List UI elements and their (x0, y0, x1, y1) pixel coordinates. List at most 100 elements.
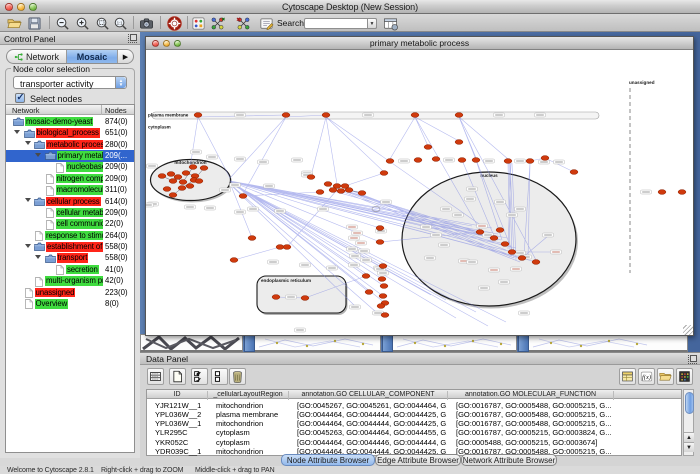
graph-node[interactable] (501, 242, 509, 247)
network-nodes-icon[interactable] (208, 15, 226, 31)
graph-node[interactable] (195, 179, 203, 184)
float-panel-icon[interactable] (688, 355, 697, 364)
graph-node[interactable] (570, 170, 578, 175)
tree-row[interactable]: biological_process651(0) (6, 127, 134, 138)
graph-node[interactable] (379, 264, 387, 269)
camera-icon[interactable] (137, 15, 155, 31)
graph-node[interactable] (186, 184, 194, 189)
scroll-down-icon[interactable]: ▼ (684, 442, 694, 452)
graph-node[interactable] (272, 295, 280, 300)
graph-node[interactable] (381, 313, 389, 318)
graph-node[interactable] (455, 113, 463, 118)
scroll-up-icon[interactable]: ▲ (684, 432, 694, 442)
graph-node[interactable] (376, 226, 384, 231)
graph-node[interactable] (411, 113, 419, 118)
graph-node[interactable] (276, 245, 284, 250)
graph-node[interactable] (504, 159, 512, 164)
network-window-title-bar[interactable]: primary metabolic process (146, 37, 693, 50)
graph-node[interactable] (324, 182, 332, 187)
graph-node[interactable] (307, 175, 315, 180)
graph-node[interactable] (508, 250, 516, 255)
tree-row[interactable]: cellular metabolic process209(0) (6, 207, 134, 218)
graph-node[interactable] (322, 113, 330, 118)
graph-node[interactable] (365, 290, 373, 295)
graph-node[interactable] (476, 230, 484, 235)
graph-node[interactable] (526, 159, 534, 164)
annotation-icon[interactable] (257, 15, 275, 31)
search-dropdown-icon[interactable]: ▼ (367, 18, 377, 29)
graph-node[interactable] (179, 180, 187, 185)
graph-node[interactable] (158, 174, 166, 179)
table-column-header[interactable]: annotation.GO CELLULAR_COMPONENT (289, 391, 448, 400)
select-nodes-checkbox[interactable] (15, 93, 25, 103)
graph-node[interactable] (248, 236, 256, 241)
tree-row[interactable]: multi-organism process42(0) (6, 275, 134, 286)
vizmapper-icon[interactable] (189, 15, 207, 31)
graph-node[interactable] (541, 156, 549, 161)
graph-node[interactable] (377, 304, 385, 309)
graph-node[interactable] (337, 189, 345, 194)
network-view-window[interactable]: primary metabolic process plasma membran… (145, 36, 694, 336)
tree-row[interactable]: nitrogen compound metabolic process209(0… (6, 173, 134, 184)
function-builder-icon[interactable] (638, 368, 655, 385)
tab-mosaic[interactable]: Mosaic (67, 50, 118, 63)
graph-node[interactable] (376, 240, 384, 245)
table-column-header[interactable]: annotation.GO MOLECULAR_FUNCTION (448, 391, 614, 400)
graph-node[interactable] (532, 260, 540, 265)
graph-node[interactable] (518, 256, 526, 261)
background-window[interactable] (140, 334, 243, 352)
table-row[interactable]: YJR121W__1mitochondrion[GO:0045267, GO:0… (147, 400, 681, 409)
graph-node[interactable] (380, 171, 388, 176)
tab-network-attribute-browser[interactable]: Network Attribute Browser (461, 454, 557, 466)
attribute-browser-icon[interactable] (381, 15, 399, 31)
graph-node[interactable] (378, 277, 386, 282)
graph-node[interactable] (472, 158, 480, 163)
combobox-stepper-icon[interactable]: ▲▼ (115, 77, 126, 88)
zoom-out-icon[interactable] (53, 15, 71, 31)
tree-row[interactable]: secretion41(0) (6, 264, 134, 275)
graph-node[interactable] (678, 190, 686, 195)
attribute-table-icon[interactable] (147, 368, 164, 385)
graph-node[interactable] (379, 294, 387, 299)
table-scrollbar[interactable]: ▲ ▼ (683, 389, 694, 456)
graph-node[interactable] (458, 158, 466, 163)
graph-node[interactable] (182, 171, 190, 176)
float-panel-icon[interactable] (128, 34, 137, 43)
resize-grip-icon[interactable] (683, 325, 693, 335)
table-row[interactable]: YPL036W__2plasma membrane[GO:0044464, GO… (147, 409, 681, 418)
graph-node[interactable] (432, 157, 440, 162)
help-ring-icon[interactable] (165, 15, 183, 31)
table-row[interactable]: YLR295Ccytoplasm[GO:0045263, GO:0044464,… (147, 428, 681, 437)
select-attributes-icon[interactable] (191, 368, 208, 385)
import-table-icon[interactable] (619, 368, 636, 385)
zoom-selected-icon[interactable] (93, 15, 111, 31)
graph-node[interactable] (345, 188, 353, 193)
graph-node[interactable] (194, 113, 202, 118)
table-row[interactable]: YPL036W__1mitochondrion[GO:0044464, GO:0… (147, 419, 681, 428)
graph-node[interactable] (316, 190, 324, 195)
tree-row[interactable]: unassigned223(0) (6, 287, 134, 298)
graph-node[interactable] (200, 166, 208, 171)
graph-node[interactable] (414, 158, 422, 163)
tree-row[interactable]: establishment of localization558(0) (6, 241, 134, 252)
network-canvas[interactable]: plasma membranecytoplasmmitochondrionnuc… (146, 50, 693, 335)
graph-node[interactable] (282, 113, 290, 118)
graph-node[interactable] (169, 193, 177, 198)
graph-node[interactable] (362, 274, 370, 279)
tree-row[interactable]: cellular process614(0) (6, 196, 134, 207)
open-folder-icon[interactable] (5, 15, 23, 31)
background-window[interactable] (254, 334, 381, 352)
graph-node[interactable] (455, 140, 463, 145)
tab-edge-attribute-browser[interactable]: Edge Attribute Browser (375, 454, 461, 466)
network-edges-icon[interactable] (234, 15, 252, 31)
table-row[interactable]: YKR052Ccytoplasm[GO:0044464, GO:0044446,… (147, 437, 681, 446)
attribute-matrix-icon[interactable] (676, 368, 693, 385)
table-column-header[interactable]: ID (147, 391, 208, 400)
unselect-attributes-icon[interactable] (211, 368, 228, 385)
graph-node[interactable] (178, 186, 186, 191)
graph-node[interactable] (490, 236, 498, 241)
tree-row[interactable]: transport558(0) (6, 253, 134, 264)
graph-node[interactable] (163, 187, 171, 192)
graph-node[interactable] (496, 228, 504, 233)
open-attribute-icon[interactable] (657, 368, 674, 385)
